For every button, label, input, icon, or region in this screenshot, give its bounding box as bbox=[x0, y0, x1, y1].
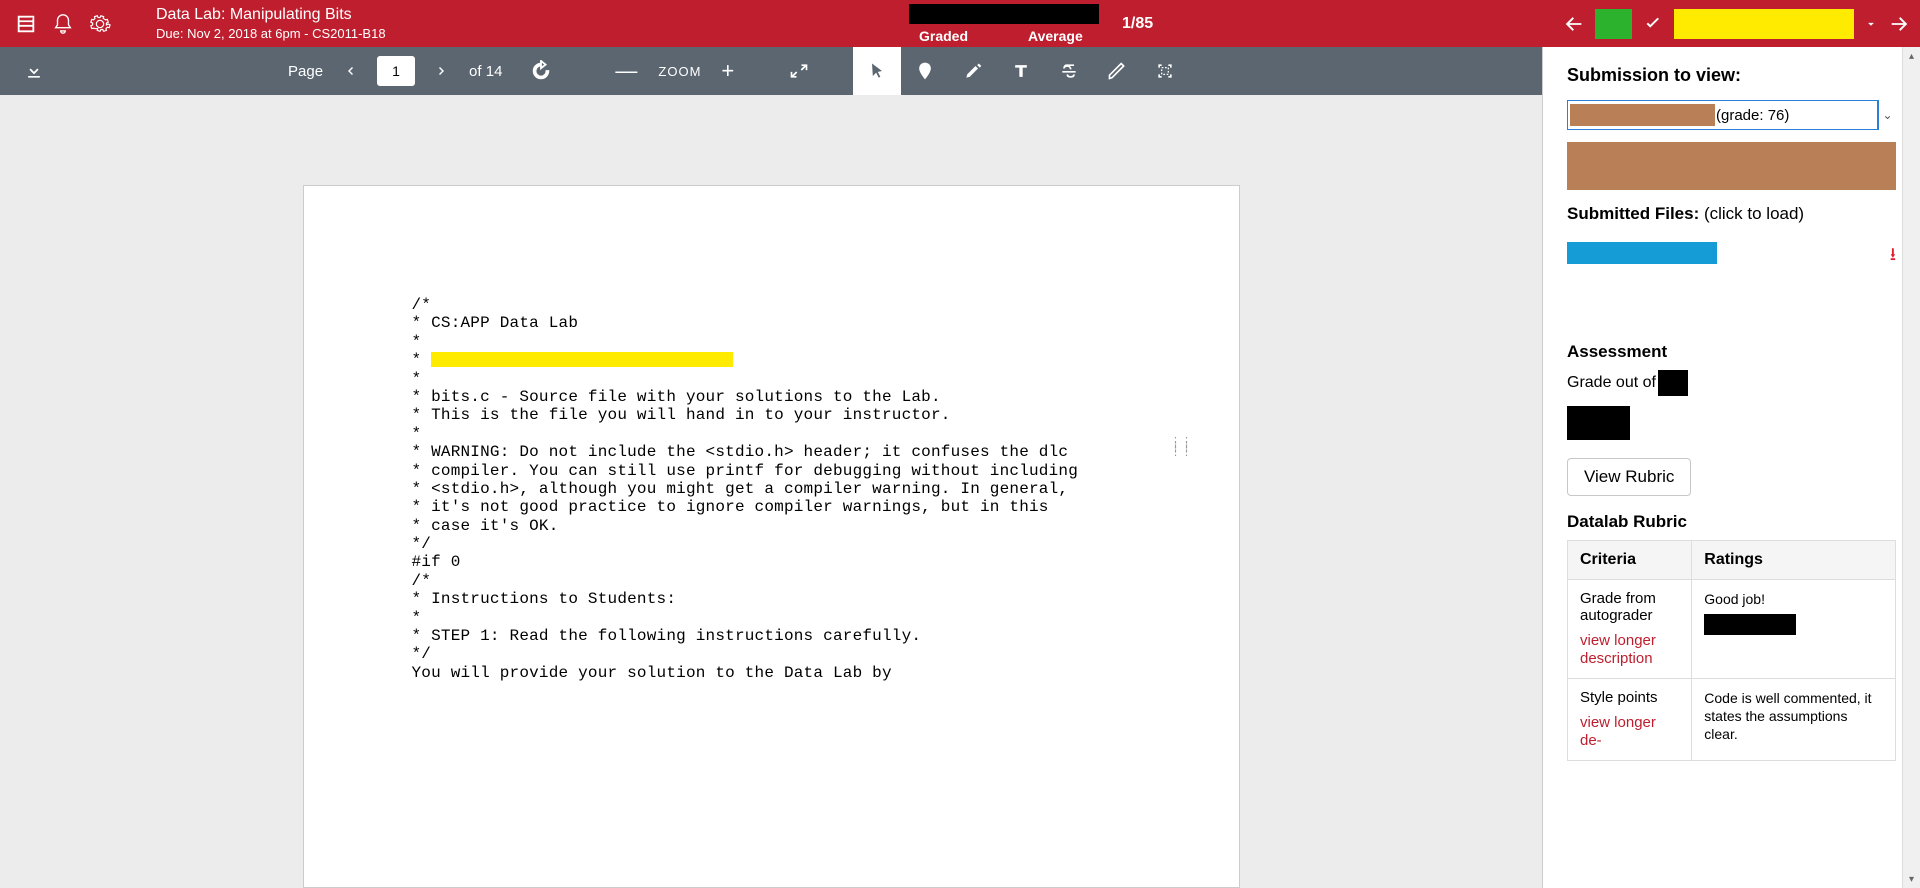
pointer-tool[interactable] bbox=[853, 47, 901, 95]
submission-heading: Submission to view: bbox=[1567, 65, 1896, 86]
code-line: * it's not good practice to ignore compi… bbox=[412, 498, 1131, 516]
text-tool[interactable] bbox=[997, 47, 1045, 95]
freedraw-tool[interactable] bbox=[1093, 47, 1141, 95]
scroll-up-icon[interactable]: ▴ bbox=[1903, 47, 1920, 65]
code-line: * CS:APP Data Lab bbox=[412, 314, 1131, 332]
rotate-button[interactable] bbox=[517, 60, 565, 82]
scroll-down-icon[interactable]: ▾ bbox=[1903, 870, 1920, 888]
gradebook-icon[interactable] bbox=[15, 13, 37, 35]
code-line: * bits.c - Source file with your solutio… bbox=[412, 388, 1131, 406]
document-viewport[interactable]: /* * CS:APP Data Lab * * * * bits.c - So… bbox=[0, 95, 1542, 888]
rubric-criteria-text: Grade from autograder bbox=[1580, 590, 1656, 624]
rubric-rating-text: Code is well commented, it states the as… bbox=[1704, 690, 1871, 742]
rubric-th-criteria: Criteria bbox=[1568, 541, 1692, 580]
rubric-title: Datalab Rubric bbox=[1567, 512, 1896, 532]
code-line: * Instructions to Students: bbox=[412, 590, 1131, 608]
status-green-box bbox=[1595, 9, 1632, 39]
next-student-button[interactable] bbox=[1888, 13, 1910, 35]
author-redacted bbox=[431, 352, 733, 367]
highlight-tool[interactable] bbox=[949, 47, 997, 95]
rubric-view-longer-link[interactable]: view longer de- bbox=[1580, 714, 1679, 750]
rubric-row: Grade from autograder view longer descri… bbox=[1568, 580, 1896, 679]
code-line: * bbox=[412, 609, 1131, 627]
top-bar: Data Lab: Manipulating Bits Due: Nov 2, … bbox=[0, 0, 1920, 47]
late-banner-redacted bbox=[1567, 142, 1896, 190]
code-line: * bbox=[412, 333, 1131, 351]
grading-sidebar: Submission to view: (grade: 76) ⌄ Submit… bbox=[1542, 47, 1920, 888]
grade-out-of-row: Grade out of bbox=[1567, 370, 1896, 396]
download-button[interactable] bbox=[10, 47, 58, 95]
document-page: /* * CS:APP Data Lab * * * * bits.c - So… bbox=[303, 185, 1240, 888]
strikethrough-tool[interactable] bbox=[1045, 47, 1093, 95]
point-annotation-tool[interactable] bbox=[901, 47, 949, 95]
code-line: * <stdio.h>, although you might get a co… bbox=[412, 480, 1131, 498]
zoom-in-button[interactable]: + bbox=[721, 58, 735, 84]
code-line: You will provide your solution to the Da… bbox=[412, 664, 1131, 682]
code-line: */ bbox=[412, 535, 1131, 553]
fullscreen-button[interactable] bbox=[775, 47, 823, 95]
code-line: * compiler. You can still use printf for… bbox=[412, 462, 1131, 480]
zoom-out-button[interactable]: — bbox=[615, 58, 638, 84]
page-total: of 14 bbox=[469, 63, 502, 80]
code-line: * This is the file you will hand in to y… bbox=[412, 406, 1131, 424]
submission-select[interactable]: (grade: 76) ⌄ bbox=[1567, 100, 1896, 130]
code-line: * bbox=[412, 351, 1131, 369]
area-annotation-tool[interactable] bbox=[1141, 47, 1189, 95]
rubric-criteria-text: Style points bbox=[1580, 689, 1658, 706]
code-line: * WARNING: Do not include the <stdio.h> … bbox=[412, 443, 1131, 461]
stats-row: Graded Average bbox=[909, 28, 1083, 44]
next-page-button[interactable] bbox=[425, 54, 459, 88]
stat-graded: Graded bbox=[919, 28, 968, 44]
submission-date-redacted bbox=[1570, 104, 1715, 126]
prev-student-button[interactable] bbox=[1563, 13, 1585, 35]
student-name-redacted[interactable] bbox=[1674, 9, 1854, 39]
grade-input-redacted[interactable] bbox=[1567, 406, 1630, 440]
student-dropdown-caret-icon[interactable] bbox=[1864, 17, 1878, 31]
rubric-points-redacted bbox=[1704, 614, 1796, 635]
submission-select-caret-icon[interactable]: ⌄ bbox=[1878, 100, 1896, 130]
assessment-heading: Assessment bbox=[1567, 342, 1896, 362]
page-label: Page bbox=[288, 63, 323, 80]
zoom-label: ZOOM bbox=[658, 64, 701, 79]
document-toolbar: Page of 14 — ZOOM + bbox=[0, 47, 1542, 95]
download-file-icon[interactable]: ⭳ bbox=[1890, 242, 1896, 272]
submission-counter: 1/85 bbox=[1122, 15, 1153, 33]
code-line: * bbox=[412, 425, 1131, 443]
rubric-view-longer-link[interactable]: view longer description bbox=[1580, 632, 1679, 668]
max-points-redacted bbox=[1658, 370, 1688, 396]
code-line: * bbox=[412, 370, 1131, 388]
submitted-files-label: Submitted Files: (click to load) bbox=[1567, 204, 1896, 224]
assignment-title: Data Lab: Manipulating Bits bbox=[156, 6, 386, 24]
rubric-rating-text: Good job! bbox=[1704, 591, 1765, 607]
submitted-file[interactable] bbox=[1567, 242, 1717, 264]
code-line: * case it's OK. bbox=[412, 517, 1131, 535]
rubric-th-ratings: Ratings bbox=[1692, 541, 1896, 580]
code-line: /* bbox=[412, 296, 1131, 314]
rubric-row: Style points view longer de- Code is wel… bbox=[1568, 679, 1896, 761]
redacted-block bbox=[909, 4, 1099, 24]
sidebar-scrollbar[interactable]: ▴ ▾ bbox=[1902, 47, 1920, 888]
bell-icon[interactable] bbox=[52, 13, 74, 35]
gear-icon[interactable] bbox=[89, 13, 111, 35]
check-icon bbox=[1642, 13, 1664, 35]
code-line: */ bbox=[412, 645, 1131, 663]
page-input[interactable] bbox=[377, 56, 415, 86]
stat-average: Average bbox=[1028, 28, 1083, 44]
submission-grade: (grade: 76) bbox=[1716, 107, 1789, 124]
code-line: /* bbox=[412, 572, 1131, 590]
rubric-table: Criteria Ratings Grade from autograder v… bbox=[1567, 540, 1896, 761]
code-line: * STEP 1: Read the following instruction… bbox=[412, 627, 1131, 645]
code-line: #if 0 bbox=[412, 553, 1131, 571]
due-date: Due: Nov 2, 2018 at 6pm - CS2011-B18 bbox=[156, 26, 386, 41]
view-rubric-button[interactable]: View Rubric bbox=[1567, 458, 1691, 496]
prev-page-button[interactable] bbox=[333, 54, 367, 88]
